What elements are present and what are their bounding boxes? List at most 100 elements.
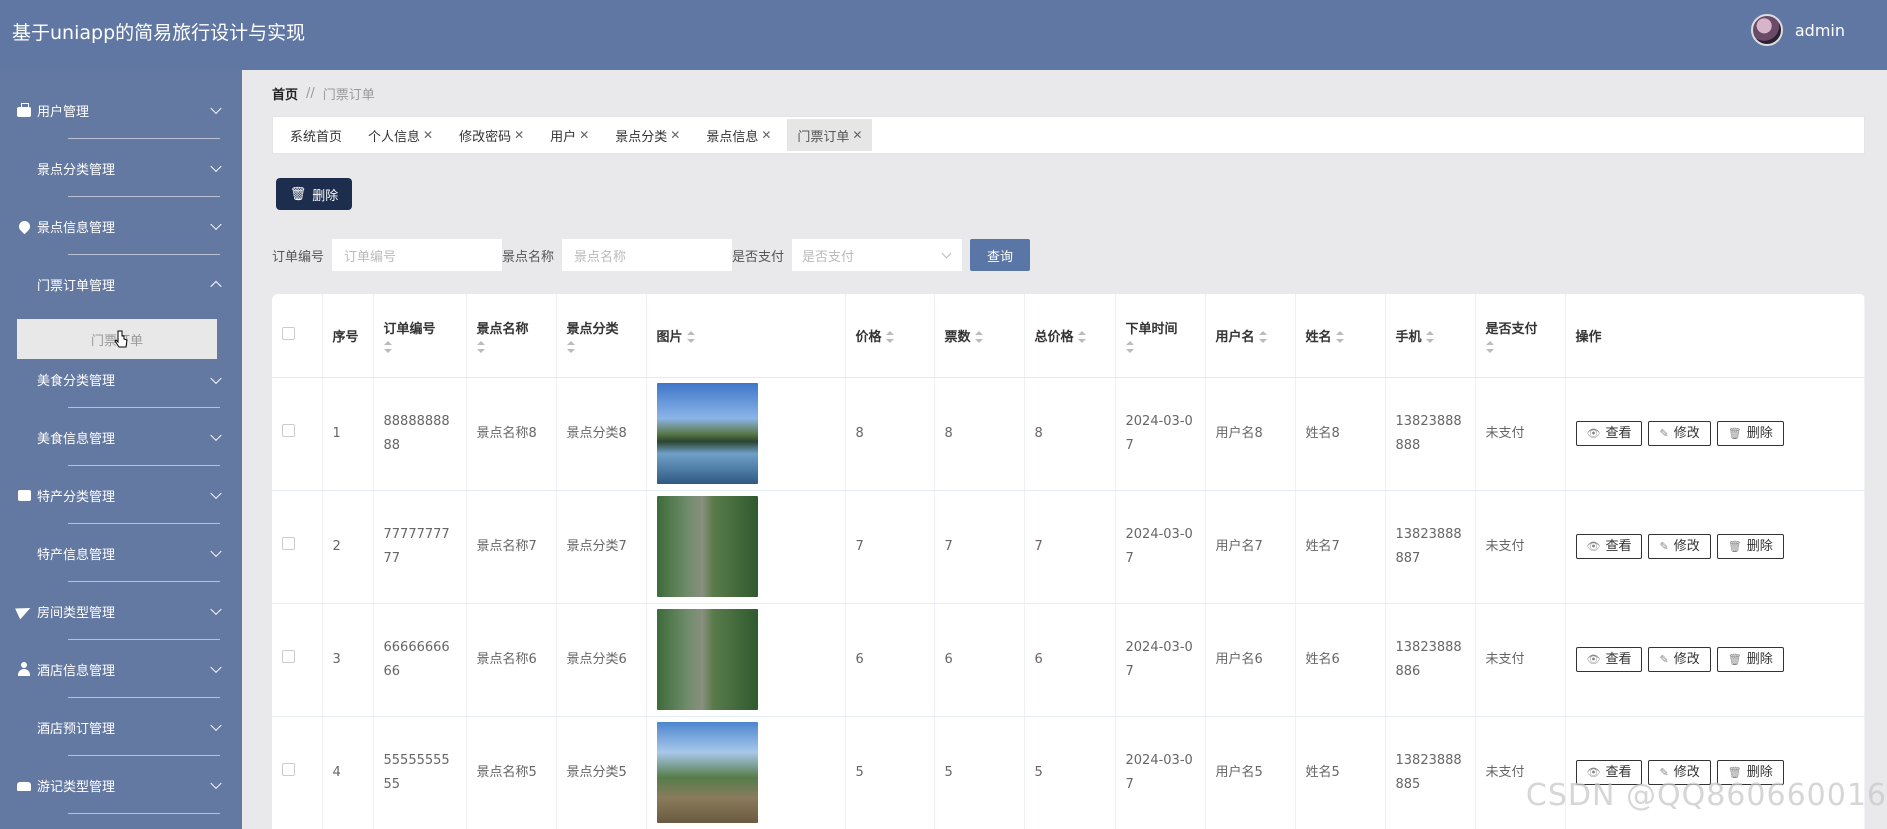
button-label: 删除 xyxy=(312,188,339,204)
column-header[interactable]: 图片 xyxy=(646,294,846,378)
sort-icon[interactable] xyxy=(885,331,894,344)
column-header[interactable]: 景点分类 xyxy=(556,294,647,378)
sidebar-item-user-management[interactable]: 用户管理 xyxy=(0,81,242,139)
sidebar-item-food-category[interactable]: 美食分类管理 xyxy=(0,351,242,408)
batch-delete-button[interactable]: 🗑 删除 xyxy=(276,178,352,210)
order-no-input[interactable]: 订单编号 xyxy=(332,239,503,271)
cell-phone: 13823888886 xyxy=(1385,603,1476,717)
paid-select[interactable]: 是否支付 xyxy=(792,239,963,271)
button-label: 删除 xyxy=(1746,651,1773,667)
column-header[interactable]: 是否支付 xyxy=(1475,294,1566,378)
close-icon[interactable]: ✕ xyxy=(423,128,433,142)
column-header[interactable]: 订单编号 xyxy=(373,294,467,378)
column-header[interactable]: 用户名 xyxy=(1205,294,1296,378)
tab-password[interactable]: 修改密码 ✕ xyxy=(449,119,534,151)
avatar[interactable] xyxy=(1750,14,1783,46)
breadcrumb-home[interactable]: 首页 xyxy=(272,84,298,103)
sidebar-item-label: 房间类型管理 xyxy=(37,605,116,621)
tab-ticket-order[interactable]: 门票订单 ✕ xyxy=(787,119,873,151)
close-icon[interactable]: ✕ xyxy=(852,128,862,142)
sidebar-item-room-type[interactable]: 房间类型管理 xyxy=(0,582,242,640)
tab-label: 用户 xyxy=(550,129,577,145)
sidebar-item-hotel-booking[interactable]: 酒店预订管理 xyxy=(0,698,242,756)
sidebar-item-specialty-info[interactable]: 特产信息管理 xyxy=(0,524,242,582)
sort-icon[interactable] xyxy=(383,340,392,353)
spot-image[interactable] xyxy=(656,722,758,823)
close-icon[interactable]: ✕ xyxy=(579,128,589,142)
cell-price: 8 xyxy=(845,377,935,491)
sidebar-item-food-info[interactable]: 美食信息管理 xyxy=(0,408,242,466)
column-header[interactable]: 下单时间 xyxy=(1115,294,1206,378)
close-icon[interactable]: ✕ xyxy=(670,128,680,142)
column-header[interactable]: 姓名 xyxy=(1295,294,1386,378)
view-button[interactable]: 👁 查看 xyxy=(1575,647,1643,672)
cell-image xyxy=(646,377,846,491)
row-checkbox[interactable] xyxy=(282,649,295,663)
button-label: 查看 xyxy=(1605,651,1632,667)
spot-name-input[interactable]: 景点名称 xyxy=(562,239,733,271)
column-header[interactable]: 票数 xyxy=(934,294,1025,378)
edit-button[interactable]: ✎ 修改 xyxy=(1648,534,1711,559)
column-header[interactable]: 手机 xyxy=(1385,294,1476,378)
tab-label: 系统首页 xyxy=(290,129,343,145)
tab-label: 门票订单 xyxy=(797,129,850,145)
pencil-icon: ✎ xyxy=(1659,539,1669,553)
query-button[interactable]: 查询 xyxy=(970,239,1031,271)
spot-image[interactable] xyxy=(656,383,758,484)
delete-button[interactable]: 🗑 删除 xyxy=(1716,534,1784,559)
edit-button[interactable]: ✎ 修改 xyxy=(1648,421,1711,446)
delete-button[interactable]: 🗑 删除 xyxy=(1716,647,1784,672)
select-all-checkbox[interactable] xyxy=(282,326,295,340)
delete-button[interactable]: 🗑 删除 xyxy=(1716,421,1784,446)
row-checkbox[interactable] xyxy=(282,762,295,776)
column-label: 图片 xyxy=(656,329,683,345)
sort-icon[interactable] xyxy=(566,340,575,353)
tab-user[interactable]: 用户 ✕ xyxy=(540,119,599,151)
close-icon[interactable]: ✕ xyxy=(761,128,771,142)
sort-icon[interactable] xyxy=(1125,340,1134,353)
row-checkbox[interactable] xyxy=(282,423,295,437)
column-header[interactable]: 景点名称 xyxy=(466,294,557,378)
sort-icon[interactable] xyxy=(1077,331,1086,344)
sidebar-item-specialty-category[interactable]: 特产分类管理 xyxy=(0,466,242,524)
tab-profile[interactable]: 个人信息 ✕ xyxy=(358,119,443,151)
sidebar-item-spot-info[interactable]: 景点信息管理 xyxy=(0,197,242,255)
view-button[interactable]: 👁 查看 xyxy=(1575,421,1643,446)
column-header[interactable]: 价格 xyxy=(845,294,935,378)
sidebar-item-hotel-info[interactable]: 酒店信息管理 xyxy=(0,640,242,698)
tab-spot-category[interactable]: 景点分类 ✕ xyxy=(605,119,690,151)
cell-order-no: 8888888888 xyxy=(373,377,467,491)
sort-icon[interactable] xyxy=(1485,340,1494,353)
button-label: 修改 xyxy=(1673,651,1700,667)
grid-icon xyxy=(17,430,31,444)
cell-spot-name: 景点名称5 xyxy=(466,716,557,829)
spot-image[interactable] xyxy=(656,609,758,710)
button-label: 修改 xyxy=(1673,538,1700,554)
sort-icon[interactable] xyxy=(476,340,485,353)
sidebar-item-spot-category[interactable]: 景点分类管理 xyxy=(0,139,242,197)
watermark: CSDN @QQ860660016 xyxy=(1525,778,1887,813)
sort-icon[interactable] xyxy=(686,331,695,344)
sidebar-item-ticket-order[interactable]: 门票订单管理 xyxy=(0,255,242,313)
tab-spot-info[interactable]: 景点信息 ✕ xyxy=(696,119,781,151)
pin-icon xyxy=(16,218,32,234)
tab-home[interactable]: 系统首页 xyxy=(280,119,352,151)
paid-label: 是否支付 xyxy=(732,249,785,265)
briefcase-icon xyxy=(17,102,31,117)
spot-image[interactable] xyxy=(656,496,758,597)
close-icon[interactable]: ✕ xyxy=(514,128,524,142)
sort-icon[interactable] xyxy=(974,331,983,344)
row-checkbox[interactable] xyxy=(282,536,295,550)
user-name[interactable]: admin xyxy=(1795,21,1845,40)
sort-icon[interactable] xyxy=(1258,331,1267,344)
column-header: 序号 xyxy=(322,294,374,378)
button-label: 删除 xyxy=(1746,425,1773,441)
sidebar-item-travelnote-type[interactable]: 游记类型管理 xyxy=(0,756,242,814)
cell-price: 6 xyxy=(845,603,935,717)
view-button[interactable]: 👁 查看 xyxy=(1575,534,1643,559)
sort-icon[interactable] xyxy=(1425,331,1434,344)
column-header[interactable]: 总价格 xyxy=(1024,294,1116,378)
sort-icon[interactable] xyxy=(1335,331,1344,344)
user-menu[interactable]: admin xyxy=(1750,14,1845,46)
edit-button[interactable]: ✎ 修改 xyxy=(1648,647,1711,672)
